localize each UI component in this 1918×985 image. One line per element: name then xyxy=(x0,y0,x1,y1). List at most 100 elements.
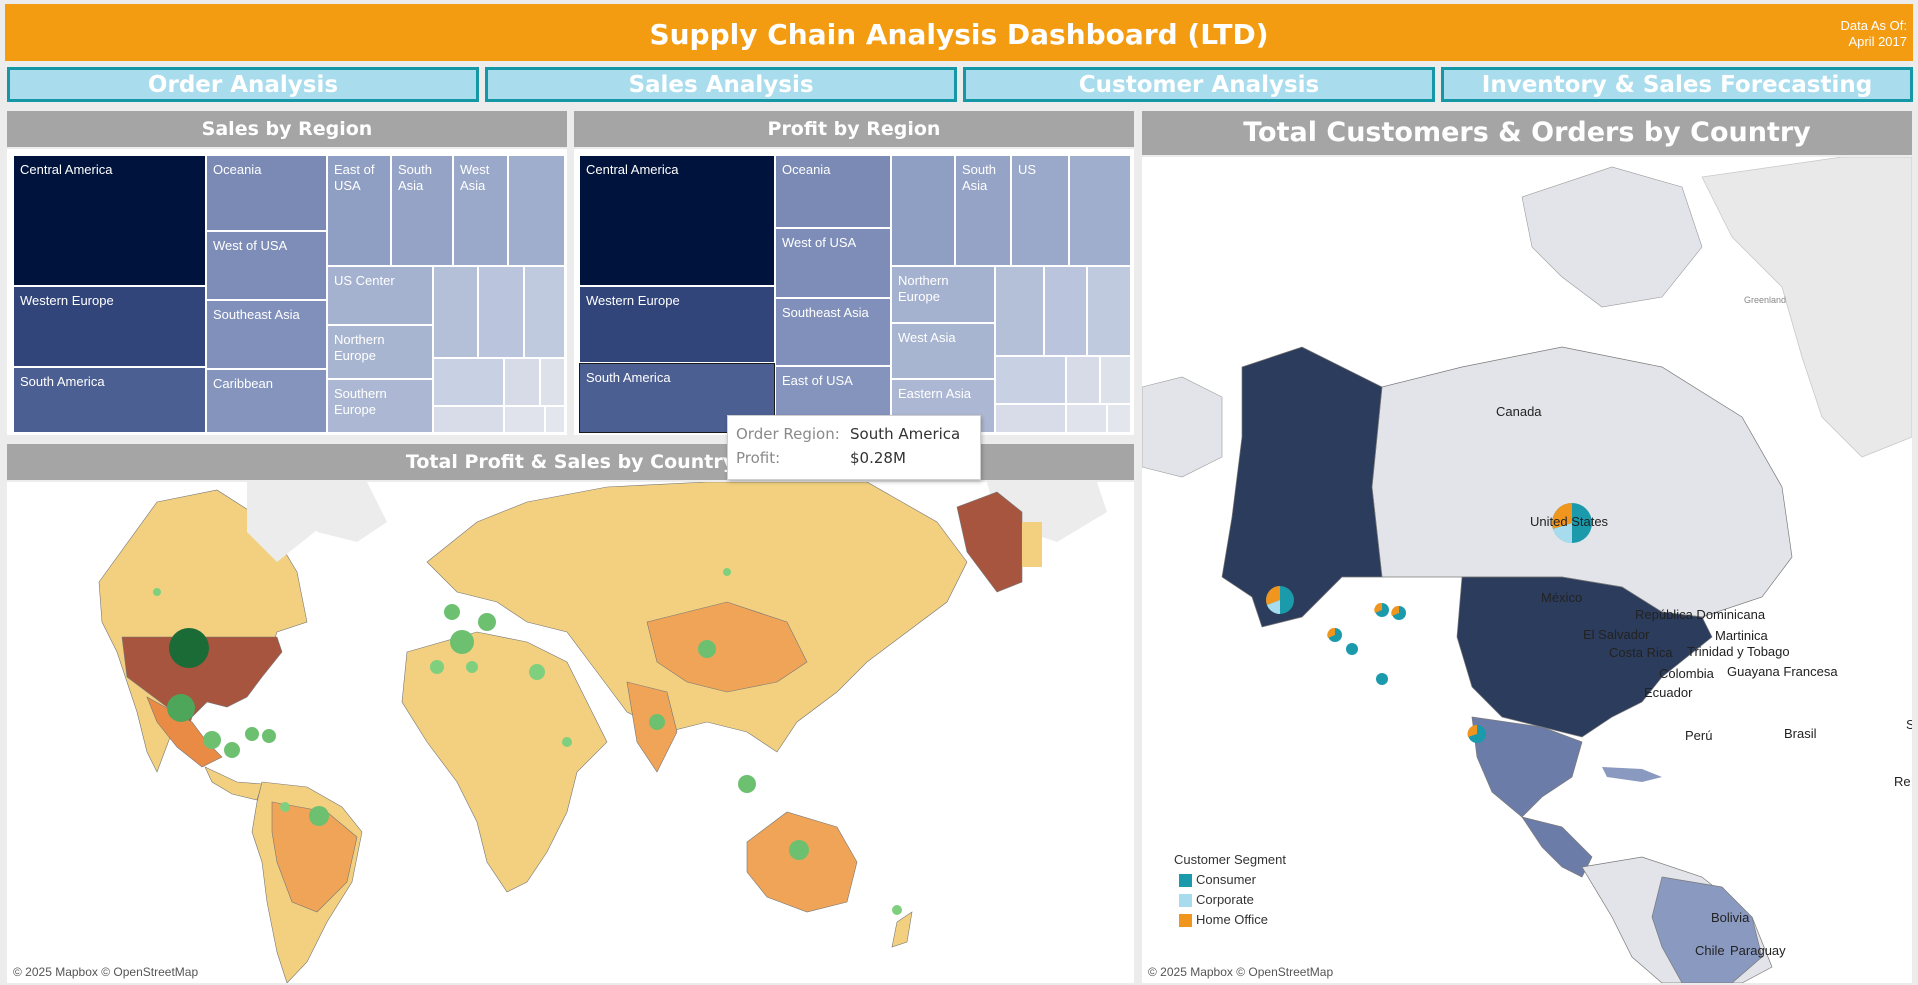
treemap-cell-oceania[interactable]: Oceania xyxy=(206,155,327,231)
treemap-cell-unlabeled[interactable] xyxy=(1100,356,1131,404)
as-of-value: April 2017 xyxy=(1848,34,1907,49)
treemap-cell-caribbean[interactable]: Caribbean xyxy=(206,369,327,433)
treemap-cell-west-asia[interactable]: West Asia xyxy=(891,323,995,379)
treemap-cell-east-of-usa[interactable]: East of USA xyxy=(327,155,391,266)
treemap-cell-west-asia[interactable]: West Asia xyxy=(453,155,508,266)
treemap-cell-south-asia[interactable]: South Asia xyxy=(955,155,1011,266)
map-label-chile: Chile xyxy=(1695,943,1725,958)
treemap-cell-us[interactable]: US xyxy=(1011,155,1069,266)
legend-item-corporate[interactable]: Corporate xyxy=(1174,891,1286,911)
treemap-cell-unlabeled[interactable] xyxy=(1069,155,1131,266)
nav-inventory-forecasting-button[interactable]: Inventory & Sales Forecasting xyxy=(1441,67,1913,102)
map-label-martinica: Martinica xyxy=(1715,628,1768,643)
treemap-cell-unlabeled[interactable] xyxy=(995,356,1066,404)
treemap-cell-south-asia[interactable]: South Asia xyxy=(391,155,453,266)
profit-by-region-title: Profit by Region xyxy=(574,111,1134,147)
map-label-mexico: México xyxy=(1541,590,1583,605)
sales-by-region-panel: Central America Western Europe South Ame… xyxy=(7,149,567,435)
profit-treemap: Central America Western Europe South Ame… xyxy=(579,155,1131,433)
tooltip-profit-value: $0.28M xyxy=(850,449,906,467)
customers-map-credit: © 2025 Mapbox © OpenStreetMap xyxy=(1148,965,1334,979)
treemap-cell-western-europe[interactable]: Western Europe xyxy=(13,286,206,367)
as-of-label: Data As Of: xyxy=(1840,18,1907,33)
map-label-colombia: Colombia xyxy=(1659,666,1714,681)
treemap-cell-unlabeled[interactable] xyxy=(504,406,545,433)
treemap-cell-unlabeled[interactable] xyxy=(995,266,1044,356)
nav-customer-analysis-button[interactable]: Customer Analysis xyxy=(963,67,1435,102)
treemap-cell-unlabeled[interactable] xyxy=(1107,404,1131,433)
treemap-cell-unlabeled[interactable] xyxy=(1066,356,1100,404)
treemap-cell-west-of-usa[interactable]: West of USA xyxy=(775,228,891,298)
legend-swatch-consumer xyxy=(1179,874,1192,887)
dashboard: Supply Chain Analysis Dashboard (LTD) Da… xyxy=(0,0,1918,985)
tooltip-region-value: South America xyxy=(850,425,961,443)
legend-swatch-corporate xyxy=(1179,894,1192,907)
map-label-guayana-francesa: Guayana Francesa xyxy=(1727,664,1838,679)
treemap-cell-unlabeled[interactable] xyxy=(504,358,540,406)
treemap-cell-central-america[interactable]: Central America xyxy=(13,155,206,286)
legend-swatch-home-office xyxy=(1179,914,1192,927)
treemap-cell-unlabeled[interactable] xyxy=(540,358,565,406)
treemap-cell-unlabeled[interactable] xyxy=(1087,266,1131,356)
treemap-cell-unlabeled[interactable] xyxy=(433,406,504,433)
tooltip-profit-key: Profit: xyxy=(736,449,781,467)
map-label-united-states: United States xyxy=(1530,514,1609,529)
map-label-trinidad-y-tobago: Trinidad y Tobago xyxy=(1687,644,1790,659)
map-label-costa-rica: Costa Rica xyxy=(1609,645,1673,660)
treemap-cell-unlabeled[interactable] xyxy=(545,406,565,433)
treemap-cell-us-center[interactable]: US Center xyxy=(327,266,433,325)
treemap-cell-unlabeled[interactable] xyxy=(508,155,565,266)
treemap-cell-central-america[interactable]: Central America xyxy=(579,155,775,286)
nav-sales-analysis-button[interactable]: Sales Analysis xyxy=(485,67,957,102)
sales-treemap: Central America Western Europe South Ame… xyxy=(13,155,565,433)
treemap-cell-unlabeled[interactable] xyxy=(433,266,478,358)
map-label-peru: Perú xyxy=(1685,728,1713,743)
legend-label-corporate: Corporate xyxy=(1196,892,1254,907)
treemap-cell-west-of-usa[interactable]: West of USA xyxy=(206,231,327,300)
map-label-el-salvador: El Salvador xyxy=(1583,627,1650,642)
world-map-svg xyxy=(7,482,1134,983)
treemap-cell-unlabeled[interactable] xyxy=(433,358,504,406)
map-label-paraguay: Paraguay xyxy=(1730,943,1786,958)
dashboard-header: Supply Chain Analysis Dashboard (LTD) Da… xyxy=(5,4,1913,61)
sales-by-region-title: Sales by Region xyxy=(7,111,567,147)
map-label-edge-s: S xyxy=(1906,717,1912,732)
legend-label-home-office: Home Office xyxy=(1196,912,1269,927)
nav-order-analysis-button[interactable]: Order Analysis xyxy=(7,67,479,102)
legend-label-consumer: Consumer xyxy=(1196,872,1256,887)
map-label-greenland: Greenland xyxy=(1744,295,1787,305)
treemap-cell-southeast-asia[interactable]: Southeast Asia xyxy=(206,300,327,369)
treemap-cell-southern-europe[interactable]: Southern Europe xyxy=(327,379,433,433)
map-label-canada: Canada xyxy=(1496,404,1542,419)
map-label-brasil: Brasil xyxy=(1784,726,1817,741)
treemap-cell-unlabeled[interactable] xyxy=(524,266,565,358)
dashboard-title: Supply Chain Analysis Dashboard (LTD) xyxy=(649,18,1269,51)
profit-sales-map[interactable]: © 2025 Mapbox © OpenStreetMap xyxy=(7,482,1134,983)
region-tooltip: Order Region: South America Profit: $0.2… xyxy=(727,415,981,480)
data-as-of: Data As Of: April 2017 xyxy=(1841,18,1907,50)
customers-map-title: Total Customers & Orders by Country xyxy=(1142,111,1912,155)
pie-mexico xyxy=(1266,586,1294,614)
legend-item-home-office[interactable]: Home Office xyxy=(1174,911,1286,931)
treemap-cell-southeast-asia[interactable]: Southeast Asia xyxy=(775,298,891,366)
map-label-edge-re: Re xyxy=(1894,774,1911,789)
treemap-cell-unlabeled[interactable] xyxy=(478,266,524,358)
map-label-ecuador: Ecuador xyxy=(1644,685,1693,700)
treemap-cell-unlabeled[interactable] xyxy=(995,404,1066,433)
tooltip-region-key: Order Region: xyxy=(736,425,840,443)
treemap-cell-oceania[interactable]: Oceania xyxy=(775,155,891,228)
map-label-republica-dominicana: República Dominicana xyxy=(1635,607,1766,622)
treemap-cell-western-europe[interactable]: Western Europe xyxy=(579,286,775,363)
treemap-cell-northern-europe[interactable]: Northern Europe xyxy=(891,266,995,323)
map-credit: © 2025 Mapbox © OpenStreetMap xyxy=(13,965,199,979)
profit-by-region-panel: Central America Western Europe South Ame… xyxy=(574,149,1134,435)
treemap-cell-south-america[interactable]: South America xyxy=(13,367,206,433)
legend-item-consumer[interactable]: Consumer xyxy=(1174,871,1286,891)
treemap-cell-unlabeled[interactable] xyxy=(891,155,955,266)
treemap-cell-unlabeled[interactable] xyxy=(1066,404,1107,433)
treemap-cell-northern-europe[interactable]: Northern Europe xyxy=(327,325,433,379)
legend-title: Customer Segment xyxy=(1174,852,1286,867)
customer-segment-legend: Customer Segment Consumer Corporate Home… xyxy=(1174,852,1286,931)
treemap-cell-unlabeled[interactable] xyxy=(1044,266,1087,356)
map-label-bolivia: Bolivia xyxy=(1711,910,1750,925)
